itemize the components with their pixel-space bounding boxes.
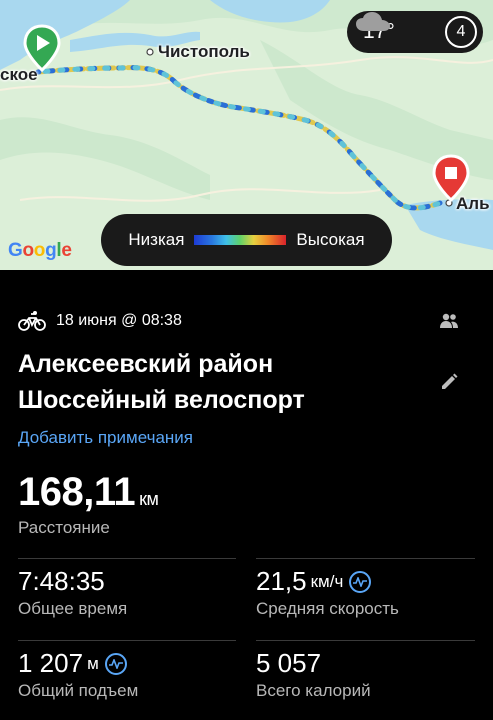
avg-speed-label: Средняя скорость: [256, 599, 399, 618]
weather-widget[interactable]: 17° 4: [347, 11, 483, 53]
legend-low-label: Низкая: [128, 230, 185, 249]
stat-total-time: 7:48:35 Общее время: [18, 566, 127, 619]
activity-title[interactable]: Алексеевский район Шоссейный велоспорт: [18, 346, 438, 418]
activity-panel: 18 июня @ 08:38 Алексеевский район Шоссе…: [0, 270, 493, 720]
google-logo-letter: o: [33, 240, 46, 261]
google-logo-letter: g: [45, 240, 57, 261]
people-icon[interactable]: [439, 313, 459, 329]
avg-speed-value: 21,5: [256, 566, 307, 596]
activity-title-line1: Алексеевский район: [18, 350, 274, 378]
intensity-legend: Низкая Высокая: [101, 214, 392, 266]
map-city-label: Чистополь: [158, 42, 250, 61]
divider: [18, 640, 236, 641]
google-logo-letter: o: [22, 240, 34, 261]
map-start-label: ское: [0, 65, 38, 84]
map-end-label: Аль: [456, 194, 490, 213]
elevation-label: Общий подъем: [18, 681, 139, 700]
distance-number: 168,11: [18, 470, 136, 514]
stat-calories: 5 057 Всего калорий: [256, 648, 371, 701]
divider: [256, 558, 475, 559]
elevation-unit: м: [87, 653, 99, 673]
cloud-icon: [356, 12, 390, 31]
activity-date-time: 18 июня @ 08:38: [56, 312, 182, 329]
stat-avg-speed: 21,5 км/ч Средняя скорость: [256, 566, 399, 619]
add-notes-link[interactable]: Добавить примечания: [18, 428, 193, 448]
activity-date-row: 18 июня @ 08:38: [18, 310, 182, 332]
divider: [256, 640, 475, 641]
distance-value: 168,11 км: [18, 470, 159, 515]
avg-speed-unit: км/ч: [310, 571, 344, 591]
distance-label: Расстояние: [18, 518, 110, 537]
edit-pencil-icon[interactable]: [439, 372, 459, 392]
stat-elevation: 1 207 м Общий подъем: [18, 648, 138, 701]
google-logo-letter: e: [61, 240, 72, 261]
elevation-value: 1 207: [18, 648, 84, 678]
pulse-chart-icon[interactable]: [104, 652, 127, 675]
legend-high-label: Высокая: [296, 230, 365, 249]
total-time-label: Общее время: [18, 599, 128, 618]
bicycle-icon: [18, 311, 46, 331]
legend-gradient: [194, 235, 287, 245]
activity-title-line2: Шоссейный велоспорт: [18, 386, 305, 414]
calories-label: Всего калорий: [256, 681, 371, 700]
google-logo-letter: G: [8, 240, 23, 261]
google-logo[interactable]: Google: [8, 240, 72, 262]
distance-unit: км: [139, 489, 159, 509]
total-time-value: 7:48:35: [18, 566, 105, 596]
divider: [18, 558, 236, 559]
weather-count-badge: 4: [445, 16, 477, 48]
route-map[interactable]: ское Чистополь Аль 17° 4 Низкая Высокая …: [0, 0, 493, 270]
pulse-chart-icon[interactable]: [349, 570, 372, 593]
calories-value: 5 057: [256, 648, 322, 678]
